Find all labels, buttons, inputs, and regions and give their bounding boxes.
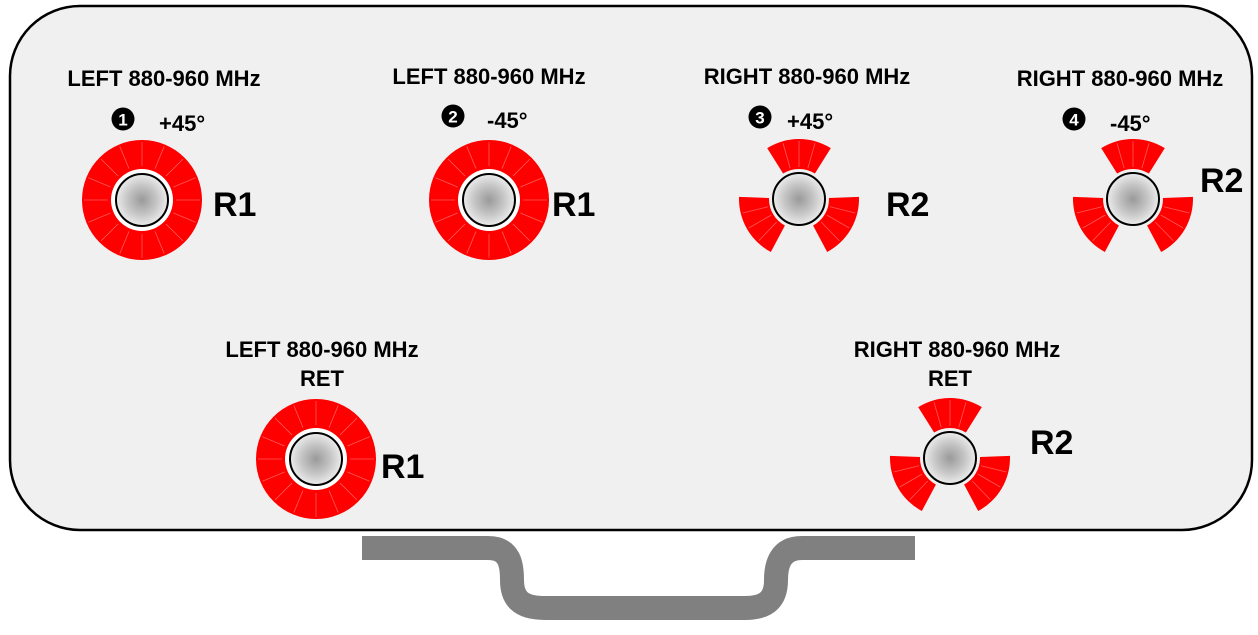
port-marker-number: 2 xyxy=(448,108,457,127)
port-marker-3: 3 xyxy=(748,105,772,129)
band-label: LEFT 880-960 MHz xyxy=(392,64,585,89)
red-ring-connector-icon xyxy=(256,399,376,519)
center-pin xyxy=(772,172,826,226)
polarization-label: -45° xyxy=(1110,111,1151,136)
radio-label: R2 xyxy=(1030,424,1073,462)
port-marker-number: 1 xyxy=(118,111,127,130)
band-label: LEFT 880-960 MHz xyxy=(225,337,418,362)
ret-label: RET xyxy=(300,366,345,391)
red-ring-connector-icon xyxy=(82,140,202,260)
radio-label: R2 xyxy=(1200,162,1243,200)
polarization-label: -45° xyxy=(487,108,528,133)
antenna-connector-panel-diagram: LEFT 880-960 MHz 1 +45° R1 LEFT 880-960 … xyxy=(8,4,1254,620)
band-label: RIGHT 880-960 MHz xyxy=(704,64,911,89)
ret-label: RET xyxy=(928,366,973,391)
red-ring-connector-icon xyxy=(429,140,549,260)
port-marker-number: 3 xyxy=(755,109,764,128)
center-pin xyxy=(923,431,977,485)
port-marker-4: 4 xyxy=(1062,107,1086,131)
band-label: LEFT 880-960 MHz xyxy=(67,66,260,91)
center-pin xyxy=(462,173,516,227)
port-marker-1: 1 xyxy=(111,107,135,131)
port-marker-2: 2 xyxy=(441,104,465,128)
polarization-label: +45° xyxy=(159,111,205,136)
center-pin xyxy=(115,173,169,227)
polarization-label: +45° xyxy=(787,109,833,134)
radio-label: R1 xyxy=(381,448,424,486)
band-label: RIGHT 880-960 MHz xyxy=(1017,66,1224,91)
radio-label: R1 xyxy=(552,186,595,224)
radio-label: R2 xyxy=(886,186,929,224)
band-label: RIGHT 880-960 MHz xyxy=(854,337,1061,362)
mounting-bracket xyxy=(362,536,915,620)
port-marker-number: 4 xyxy=(1069,111,1079,130)
radio-label: R1 xyxy=(213,186,256,224)
center-pin xyxy=(289,432,343,486)
center-pin xyxy=(1106,172,1160,226)
